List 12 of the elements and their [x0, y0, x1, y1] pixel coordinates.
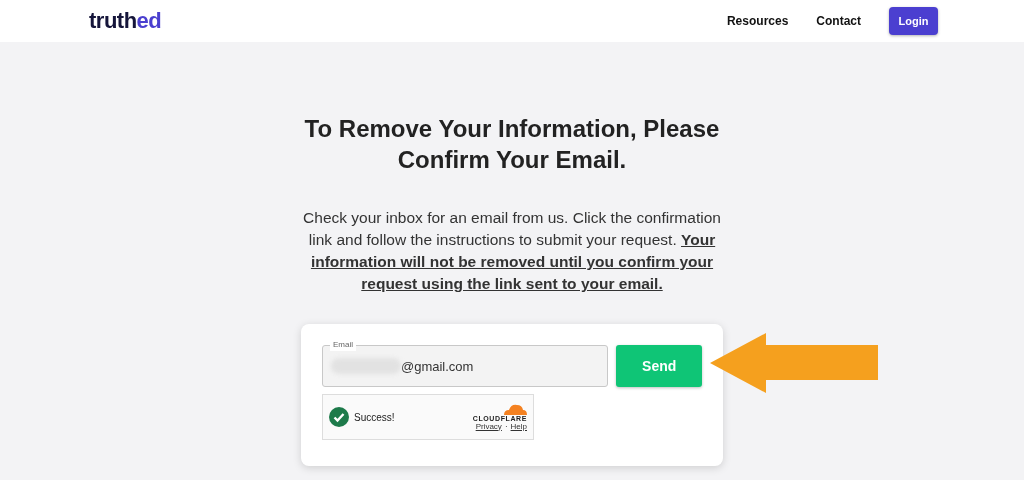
instructions-text: Check your inbox for an email from us. Click the confirmation link and follow the instructions to submit your request. Your information will not be removed until you confirm your request using the link sent to your email.: [303, 208, 721, 294]
captcha-link[interactable]: Help: [510, 421, 527, 432]
captcha-status: Success!: [354, 411, 395, 423]
field-label: Email: [330, 339, 356, 351]
cloud-icon: [501, 402, 527, 415]
logo[interactable]: truthed: [89, 8, 162, 34]
nav-link[interactable]: Resources: [726, 14, 789, 28]
nav-link[interactable]: Contact: [816, 14, 861, 28]
login-button[interactable]: Login: [889, 7, 938, 35]
captcha-link[interactable]: Privacy: [475, 421, 502, 432]
separator-dot: ·: [504, 421, 508, 432]
page-title: To Remove Your Information, Please Confirm Your Email.: [303, 114, 721, 175]
